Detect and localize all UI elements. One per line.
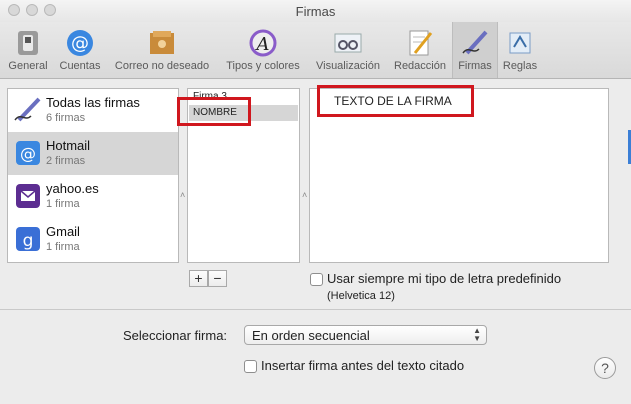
at-sign-icon: @ <box>14 139 42 167</box>
signature-pen-icon <box>14 96 42 124</box>
use-default-font-label: Usar siempre mi tipo de letra predefinid… <box>327 271 562 286</box>
account-signature-count: 6 firmas <box>46 112 86 124</box>
tab-viewing[interactable]: Visualización <box>311 22 385 78</box>
account-item-hotmail[interactable]: @ Hotmail 2 firmas <box>8 132 178 175</box>
account-signature-count: 1 firma <box>46 198 80 210</box>
rules-icon <box>505 28 535 58</box>
tab-rules[interactable]: Reglas <box>501 22 539 78</box>
at-sign-icon: @ <box>65 28 95 58</box>
tab-fonts-colors[interactable]: A Tipos y colores <box>220 22 306 78</box>
title-bar: Firmas <box>0 0 631 22</box>
preferences-toolbar: General @ Cuentas Correo no deseado A Ti… <box>0 22 631 79</box>
account-item-gmail[interactable]: g Gmail 1 firma <box>8 218 178 261</box>
tab-signatures[interactable]: Firmas <box>452 22 498 78</box>
tab-junk-mail[interactable]: Correo no deseado <box>110 22 214 78</box>
account-name: Hotmail <box>46 138 91 153</box>
window-title: Firmas <box>295 4 336 19</box>
tab-signatures-label: Firmas <box>458 60 492 72</box>
envelope-icon <box>14 182 42 210</box>
account-name: yahoo.es <box>46 181 99 196</box>
accounts-list: Todas las firmas 6 firmas @ Hotmail 2 fi… <box>7 88 179 263</box>
google-icon: g <box>14 225 42 253</box>
insert-before-quoted-label: Insertar firma antes del texto citado <box>261 358 465 373</box>
annotation-box-name <box>177 97 251 126</box>
viewing-glasses-icon <box>333 28 363 58</box>
tab-rules-label: Reglas <box>502 60 538 72</box>
splitter-handle[interactable]: ˄ <box>302 190 307 200</box>
switch-icon <box>13 28 43 58</box>
svg-text:@: @ <box>71 33 89 54</box>
account-item-yahoo[interactable]: yahoo.es 1 firma <box>8 175 178 218</box>
insert-before-quoted-checkbox[interactable] <box>244 360 257 373</box>
choose-signature-label: Seleccionar firma: <box>123 328 228 343</box>
tab-viewing-label: Visualización <box>315 60 380 72</box>
splitter-handle[interactable]: ˄ <box>180 190 185 200</box>
tab-accounts[interactable]: @ Cuentas <box>56 22 104 78</box>
default-font-name: (Helvetica 12) <box>327 290 395 302</box>
junk-mail-icon <box>147 28 177 58</box>
use-default-font-checkbox[interactable] <box>310 273 323 286</box>
svg-text:@: @ <box>20 144 36 163</box>
separator <box>0 309 631 310</box>
tab-junk-mail-label: Correo no deseado <box>114 60 210 72</box>
remove-signature-button[interactable]: − <box>208 270 227 287</box>
tab-fonts-colors-label: Tipos y colores <box>226 60 300 72</box>
tab-composing-label: Redacción <box>394 60 446 72</box>
choose-signature-select[interactable]: En orden secuencial ▲ ▼ <box>244 325 487 345</box>
font-palette-icon: A <box>248 28 278 58</box>
help-button[interactable]: ? <box>594 357 616 379</box>
svg-text:A: A <box>255 34 270 55</box>
updown-arrows-icon: ▲ ▼ <box>473 326 481 343</box>
tab-general-label: General <box>8 60 48 72</box>
account-name: Gmail <box>46 224 80 239</box>
notepad-pencil-icon <box>405 28 435 58</box>
tab-accounts-label: Cuentas <box>59 60 101 72</box>
tab-composing[interactable]: Redacción <box>391 22 449 78</box>
account-signature-count: 1 firma <box>46 241 80 253</box>
signature-pen-icon <box>460 28 490 58</box>
annotation-box-signature <box>317 85 474 117</box>
account-name: Todas las firmas <box>46 95 140 110</box>
account-item-all[interactable]: Todas las firmas 6 firmas <box>8 89 178 132</box>
svg-text:g: g <box>23 231 34 251</box>
add-signature-button[interactable]: + <box>189 270 208 287</box>
choose-signature-value: En orden secuencial <box>252 328 370 343</box>
account-signature-count: 2 firmas <box>46 155 86 167</box>
tab-general[interactable]: General <box>6 22 50 78</box>
